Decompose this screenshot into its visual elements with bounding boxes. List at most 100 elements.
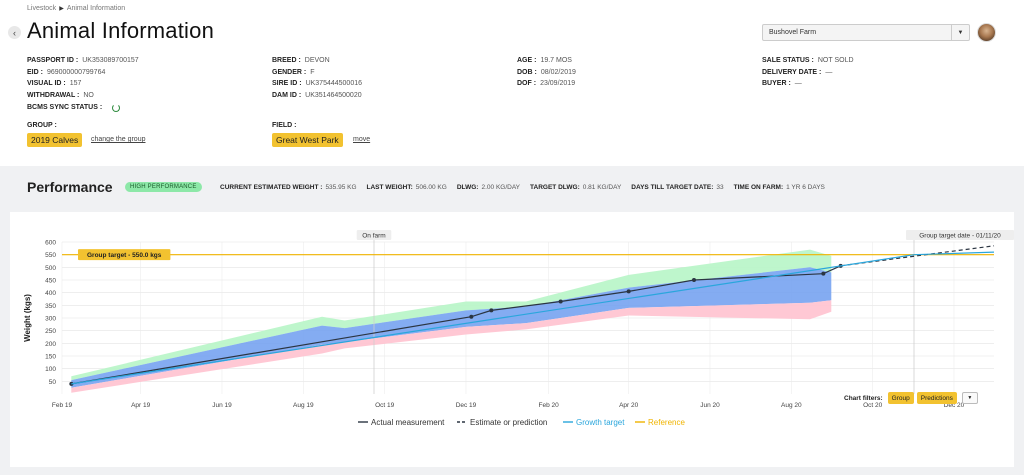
info-value: 23/09/2019 bbox=[540, 80, 576, 87]
breadcrumb: Livestock ▶ Animal Information bbox=[27, 5, 125, 12]
legend-label: Growth target bbox=[576, 418, 625, 427]
info-value: — bbox=[825, 68, 833, 76]
legend-item: Growth target bbox=[563, 418, 625, 427]
filters-dropdown-button[interactable]: ▼ bbox=[961, 392, 978, 404]
performance-stat-value: 1 YR 6 DAYS bbox=[786, 183, 825, 191]
filter-predictions-button[interactable]: Predictions bbox=[916, 392, 957, 404]
info-label: DELIVERY DATE : bbox=[762, 68, 822, 76]
info-column-3: AGE :19.7 MOS DOB :08/02/2019 DOF :23/09/2… bbox=[517, 55, 576, 90]
farm-select[interactable]: Bushovel Farm ▼ bbox=[762, 24, 970, 41]
info-value: 08/02/2019 bbox=[540, 68, 576, 76]
info-label: BCMS SYNC STATUS : bbox=[27, 104, 103, 111]
performance-section: Performance HIGH PERFORMANCE CURRENT EST… bbox=[0, 166, 1024, 475]
info-row: DELIVERY DATE : — bbox=[762, 67, 854, 79]
chart-filters: Chart filters: Group Predictions ▼ bbox=[844, 392, 978, 404]
info-value: UK351464500020 bbox=[305, 91, 362, 99]
info-value: 19.7 MOS bbox=[540, 57, 572, 64]
filter-group-button[interactable]: Group bbox=[887, 392, 914, 404]
info-row: AGE :19.7 MOS bbox=[517, 55, 576, 67]
info-row: BREED : DEVON bbox=[272, 55, 362, 67]
y-tick-label: 600 bbox=[45, 240, 56, 247]
info-row: DOF :23/09/2019 bbox=[517, 78, 576, 90]
info-label: PASSPORT ID : bbox=[27, 57, 79, 64]
info-column-2: BREED : DEVON GENDER : F SIRE ID : UK37544450… bbox=[272, 55, 362, 101]
y-tick-label: 250 bbox=[45, 328, 56, 335]
y-tick-label: 550 bbox=[45, 252, 56, 259]
back-button[interactable]: ‹ bbox=[8, 26, 21, 39]
chevron-down-icon[interactable]: ▼ bbox=[951, 25, 969, 40]
performance-stat: TIME ON FARM: 1 YR 6 DAYS bbox=[734, 184, 825, 191]
info-row: EID :969000000799764 bbox=[27, 67, 139, 79]
info-column-4: SALE STATUS : NOT SOLD DELIVERY DATE : — BUY… bbox=[762, 55, 854, 90]
legend-item: Reference bbox=[635, 418, 685, 427]
info-column-1: PASSPORT ID : UK353089700157 EID :96900000… bbox=[27, 55, 139, 114]
info-label: BREED : bbox=[272, 57, 301, 64]
info-row: DOB :08/02/2019 bbox=[517, 67, 576, 79]
marker-label-text: On farm bbox=[362, 233, 385, 240]
data-point bbox=[489, 308, 494, 313]
info-label: VISUAL ID : bbox=[27, 80, 66, 87]
legend-label: Actual measurement bbox=[371, 418, 445, 427]
info-row: SALE STATUS : NOT SOLD bbox=[762, 55, 854, 67]
performance-stat-label: TARGET DLWG: bbox=[530, 183, 580, 191]
move-field-link[interactable]: move bbox=[353, 136, 370, 143]
y-tick-label: 300 bbox=[45, 316, 56, 323]
x-tick-label: Feb 19 bbox=[52, 402, 73, 409]
info-value: 969000000799764 bbox=[46, 68, 106, 76]
info-value: UK375444500016 bbox=[305, 80, 363, 87]
change-group-link[interactable]: change the group bbox=[91, 136, 146, 143]
performance-badge: HIGH PERFORMANCE bbox=[125, 182, 202, 192]
info-row: DAM ID : UK351464500020 bbox=[272, 90, 362, 102]
info-row: BUYER : — bbox=[762, 78, 854, 90]
info-label: WITHDRAWAL : bbox=[27, 91, 80, 99]
performance-stat-label: CURRENT ESTIMATED WEIGHT : bbox=[220, 183, 323, 191]
x-tick-label: Apr 19 bbox=[131, 402, 151, 409]
legend-item: Estimate or prediction bbox=[457, 418, 547, 427]
y-tick-label: 200 bbox=[45, 341, 56, 348]
chevron-down-icon: ▼ bbox=[967, 395, 973, 401]
y-axis-label: Weight (kgs) bbox=[23, 294, 32, 342]
x-tick-label: Apr 20 bbox=[619, 402, 639, 409]
group-label: GROUP : bbox=[27, 122, 57, 129]
performance-stat-value: 535.95 KG bbox=[325, 183, 357, 191]
weight-chart-card: 50 100 150 200 250 300 350 400 450 500 550 600 Feb 1… bbox=[10, 212, 1014, 467]
group-tag: 2019 Calves bbox=[27, 133, 83, 147]
weight-chart: 50 100 150 200 250 300 350 400 450 500 550 600 Feb 1… bbox=[23, 230, 1014, 427]
group-target-label: Group target - 550.0 kgs bbox=[87, 252, 162, 259]
performance-stat: CURRENT ESTIMATED WEIGHT :535.95 KG bbox=[220, 184, 357, 191]
data-point bbox=[626, 289, 631, 294]
performance-stat-label: DLWG: bbox=[456, 183, 479, 191]
performance-stat-value: 0.81 KG/DAY bbox=[582, 183, 622, 191]
performance-stat: DLWG: 2.00 KG/DAY bbox=[457, 184, 520, 191]
x-tick-label: Jun 19 bbox=[212, 402, 232, 409]
data-point bbox=[558, 299, 563, 304]
farm-select-value: Bushovel Farm bbox=[769, 29, 817, 36]
performance-stat: TARGET DLWG: 0.81 KG/DAY bbox=[530, 184, 621, 191]
info-label: SIRE ID : bbox=[272, 80, 302, 87]
info-label: EID : bbox=[27, 68, 43, 76]
legend-label: Estimate or prediction bbox=[470, 418, 547, 427]
breadcrumb-root[interactable]: Livestock bbox=[27, 5, 56, 12]
x-tick-label: Oct 19 bbox=[375, 402, 395, 409]
info-value: UK353089700157 bbox=[82, 57, 139, 64]
field-label: FIELD : bbox=[272, 122, 297, 129]
performance-stat-label: TIME ON FARM: bbox=[733, 183, 784, 191]
info-label: DAM ID : bbox=[272, 91, 302, 99]
performance-stat: LAST WEIGHT: 506.00 KG bbox=[367, 184, 447, 191]
sync-status-icon bbox=[112, 103, 121, 112]
field-tag: Great West Park bbox=[272, 133, 343, 147]
y-tick-label: 50 bbox=[49, 379, 57, 386]
y-tick-label: 150 bbox=[45, 354, 56, 361]
avatar[interactable] bbox=[977, 23, 996, 42]
info-value: NO bbox=[83, 91, 94, 99]
x-tick-label: Jun 20 bbox=[700, 402, 720, 409]
info-label: SALE STATUS : bbox=[762, 57, 814, 64]
info-value: 157 bbox=[69, 80, 82, 87]
y-tick-label: 100 bbox=[45, 366, 56, 373]
y-tick-label: 450 bbox=[45, 278, 56, 285]
legend-label: Reference bbox=[648, 418, 685, 427]
info-value: F bbox=[310, 68, 315, 76]
info-row: VISUAL ID :157 bbox=[27, 78, 139, 90]
x-tick-label: Feb 20 bbox=[539, 402, 560, 409]
performance-stat-value: 506.00 KG bbox=[415, 183, 447, 191]
